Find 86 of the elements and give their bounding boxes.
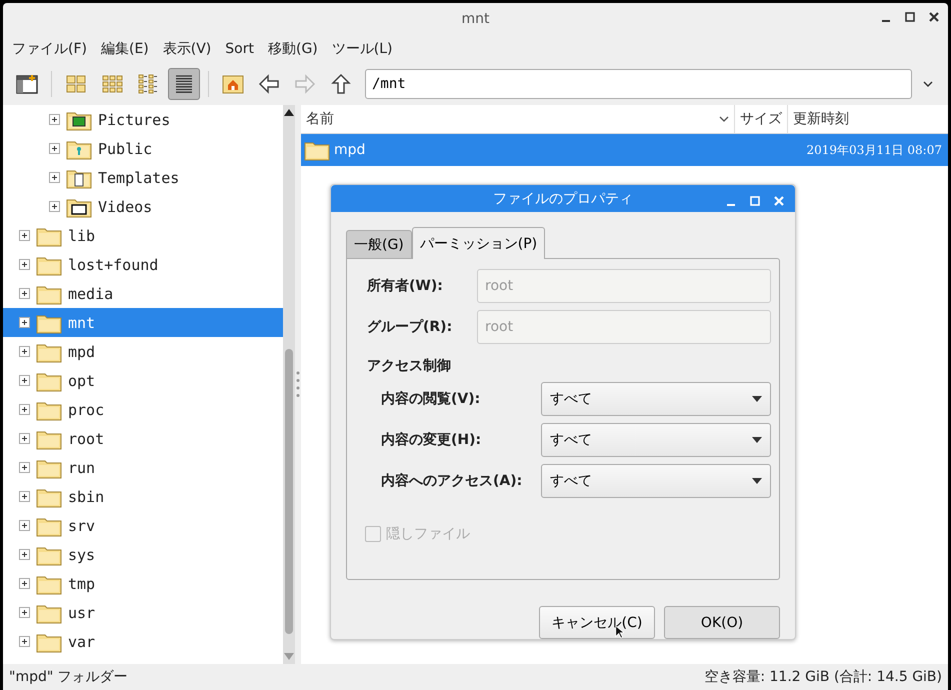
expand-icon[interactable]: [49, 172, 60, 183]
tree-item[interactable]: Videos: [3, 192, 283, 221]
menu-item[interactable]: Sort: [225, 41, 254, 57]
compact-view-icon: [136, 72, 160, 96]
dropdown-arrow-icon: [752, 478, 762, 484]
column-title: 名前: [306, 110, 334, 128]
field-label: 内容へのアクセス(A):: [381, 472, 524, 490]
expand-icon[interactable]: [19, 433, 30, 444]
tree-item[interactable]: lost+found: [3, 250, 283, 279]
free-space-text: 空き容量: 11.2 GiB (合計: 14.5 GiB): [704, 668, 942, 686]
field-label: 内容の閲覧(V):: [381, 390, 482, 408]
expand-icon[interactable]: [49, 201, 60, 212]
menu-item[interactable]: 表示(V): [162, 40, 212, 58]
expand-icon[interactable]: [19, 607, 30, 618]
forward-arrow-icon: [293, 72, 317, 96]
dropdown[interactable]: すべて: [541, 382, 771, 416]
dialog-title: ファイルのプロパティ: [493, 190, 633, 208]
tree-item[interactable]: mnt: [3, 308, 283, 337]
tree-item[interactable]: root: [3, 424, 283, 453]
file-date: 2019年03月11日 08:07: [806, 142, 943, 158]
dropdown[interactable]: すべて: [541, 464, 771, 498]
tree-item[interactable]: Templates: [3, 163, 283, 192]
tree-item[interactable]: sys: [3, 540, 283, 569]
dropdown-arrow-icon: [752, 437, 762, 443]
file-name: mpd: [334, 142, 366, 158]
scroll-thumb[interactable]: [285, 349, 293, 634]
field-label: グループ(R):: [366, 318, 454, 336]
expand-icon[interactable]: [19, 549, 30, 560]
expand-icon[interactable]: [19, 317, 30, 328]
expand-icon[interactable]: [19, 491, 30, 502]
tree-item[interactable]: Public: [3, 134, 283, 163]
tree-item[interactable]: run: [3, 453, 283, 482]
expand-icon[interactable]: [49, 114, 60, 125]
tree-item[interactable]: tmp: [3, 569, 283, 598]
chevron-down-icon[interactable]: [923, 81, 933, 87]
window-title: mnt: [462, 11, 490, 27]
tree-item[interactable]: srv: [3, 511, 283, 540]
close-icon[interactable]: [928, 11, 940, 23]
expand-icon[interactable]: [19, 636, 30, 647]
up-arrow-icon: [329, 72, 353, 96]
checkbox-label: 隠しファイル: [386, 525, 470, 543]
tree-item[interactable]: proc: [3, 395, 283, 424]
back-arrow-icon: [257, 72, 281, 96]
expand-icon[interactable]: [19, 288, 30, 299]
tree-item[interactable]: Pictures: [3, 105, 283, 134]
tree-item[interactable]: media: [3, 279, 283, 308]
file-row[interactable]: mpd 2019年03月11日 08:07: [301, 134, 948, 166]
expand-icon[interactable]: [19, 520, 30, 531]
status-text: "mpd" フォルダー: [9, 668, 128, 686]
tree-item[interactable]: lib: [3, 221, 283, 250]
menu-item[interactable]: 移動(G): [268, 40, 318, 58]
cancel-button[interactable]: キャンセル(C): [539, 606, 655, 639]
tree-item[interactable]: mpd: [3, 337, 283, 366]
scroll-up-icon[interactable]: [284, 108, 294, 116]
tree-item[interactable]: opt: [3, 366, 283, 395]
dropdown[interactable]: すべて: [541, 423, 771, 457]
expand-icon[interactable]: [49, 143, 60, 154]
expand-icon[interactable]: [19, 462, 30, 473]
expand-icon[interactable]: [19, 404, 30, 415]
expand-icon[interactable]: [19, 346, 30, 357]
sort-chevron-icon: [719, 116, 729, 122]
field-label: 所有者(W):: [366, 277, 444, 295]
expand-icon[interactable]: [19, 375, 30, 386]
tree-item[interactable]: var: [3, 627, 283, 656]
expand-icon[interactable]: [19, 578, 30, 589]
scrollbar[interactable]: [283, 105, 295, 664]
expand-icon[interactable]: [19, 230, 30, 241]
tab[interactable]: パーミッション(P): [412, 227, 546, 259]
tree-item[interactable]: usr: [3, 598, 283, 627]
maximize-icon[interactable]: [904, 11, 916, 23]
dropdown-arrow-icon: [752, 396, 762, 402]
menu-item[interactable]: ツール(L): [332, 40, 392, 58]
menu-item[interactable]: ファイル(F): [12, 40, 87, 58]
column-header[interactable]: 更新時刻: [788, 105, 948, 133]
menu-item[interactable]: 編集(E): [100, 40, 149, 58]
expand-icon[interactable]: [19, 259, 30, 270]
grip-icon[interactable]: [295, 370, 301, 400]
location-field[interactable]: /mnt: [365, 69, 912, 99]
ok-button[interactable]: OK(O): [664, 606, 780, 639]
window-icon: [15, 72, 39, 96]
tab[interactable]: 一般(G): [346, 230, 412, 258]
list-view-button[interactable]: [168, 68, 200, 100]
column-header[interactable]: サイズ: [735, 105, 788, 133]
tree-item[interactable]: sbin: [3, 482, 283, 511]
field-label: 内容の変更(H):: [381, 431, 482, 449]
section-heading: アクセス制御: [366, 357, 452, 375]
